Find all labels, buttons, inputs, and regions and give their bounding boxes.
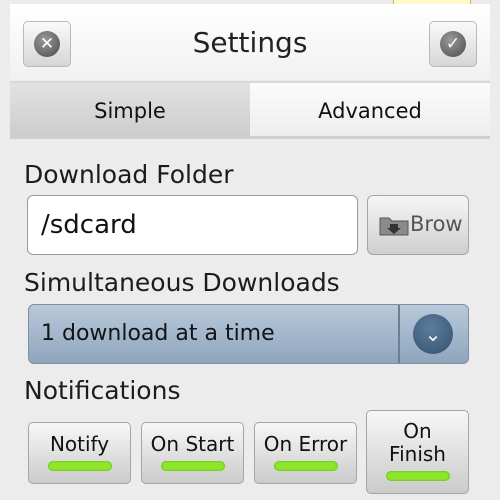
confirm-button[interactable]: ✓	[429, 21, 477, 67]
toggle-indicator	[47, 461, 112, 471]
toggle-indicator	[273, 461, 338, 471]
checkmark-icon: ✓	[440, 31, 466, 57]
simultaneous-downloads-select[interactable]: 1 download at a time ⌄	[28, 304, 469, 364]
toggle-label: Notify	[49, 432, 110, 456]
toggle-label: On Error	[263, 432, 348, 456]
toggle-indicator	[385, 471, 450, 481]
on-error-toggle[interactable]: On Error	[254, 422, 357, 484]
header-bar: ✕ Settings ✓	[10, 4, 490, 80]
tab-simple[interactable]: Simple	[10, 83, 250, 136]
chevron-down-icon[interactable]: ⌄	[413, 314, 453, 354]
toggle-label: On Finish	[389, 419, 446, 466]
toggle-label: On Start	[150, 432, 235, 456]
page-title: Settings	[192, 26, 308, 59]
toggle-indicator	[160, 461, 225, 471]
tab-bar: Simple Advanced	[10, 81, 490, 139]
browse-label: Brow	[410, 212, 463, 236]
folder-icon	[379, 217, 409, 236]
notifications-label: Notifications	[24, 376, 181, 405]
tab-advanced[interactable]: Advanced	[250, 83, 490, 136]
simultaneous-downloads-label: Simultaneous Downloads	[24, 268, 340, 297]
download-folder-input[interactable]: /sdcard	[27, 195, 358, 255]
dropdown-value: 1 download at a time	[41, 321, 275, 346]
dropdown-divider	[398, 305, 400, 363]
notify-toggle[interactable]: Notify	[28, 422, 131, 484]
download-folder-label: Download Folder	[24, 160, 234, 189]
on-start-toggle[interactable]: On Start	[141, 422, 244, 484]
on-finish-toggle[interactable]: On Finish	[366, 410, 469, 494]
browse-button[interactable]: Brow	[367, 195, 469, 255]
